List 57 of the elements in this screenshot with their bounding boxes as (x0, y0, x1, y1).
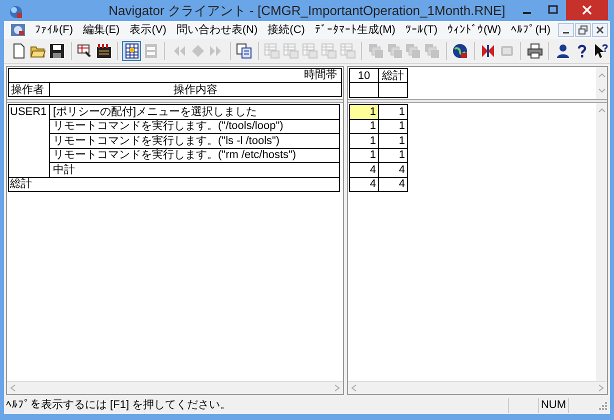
scroll-right-icon[interactable] (598, 384, 604, 392)
document-icon[interactable] (10, 22, 26, 38)
column-header: 操作内容 (172, 83, 218, 96)
table-cell[interactable]: 1 (378, 119, 408, 134)
status-indicator: NUM (538, 398, 568, 413)
table-cell: リモートコマンドを実行します。("ls -l /tools") (50, 134, 340, 148)
table-cell[interactable]: 1 (378, 148, 408, 162)
horizontal-scrollbar[interactable] (348, 381, 607, 394)
scroll-right-icon[interactable] (334, 384, 340, 392)
table-cell[interactable]: 4 (378, 177, 408, 192)
column-header: 10 (350, 68, 378, 82)
table-cell[interactable]: 1 (350, 119, 378, 134)
vertical-scrollbar[interactable] (596, 103, 607, 381)
menu-item[interactable]: ﾌｧｲﾙ(F) (30, 22, 78, 38)
table-cell: [ポリシーの配付]メニューを選択しました (50, 104, 340, 119)
table-cell: USER1 (8, 104, 50, 177)
column-header: 操作者 (9, 83, 50, 96)
menu-item[interactable]: ﾍﾙﾌﾟ(H) (506, 22, 556, 38)
scroll-left-icon[interactable] (351, 384, 357, 392)
menu-item[interactable]: 問い合わせ表(N) (171, 22, 263, 38)
table-cell[interactable]: 1 (378, 134, 408, 148)
header-cell: 時間帯 (8, 68, 342, 82)
table-cell[interactable]: 1 (378, 104, 408, 119)
table-cell: 中計 (50, 162, 340, 177)
menu-item[interactable]: 編集(E) (78, 22, 125, 38)
status-text: ﾍﾙﾌﾟを表示するには [F1] を押してください。 (5, 398, 232, 414)
scroll-down-icon[interactable] (598, 88, 606, 94)
window-title: Navigator クライアント - [CMGR_ImportantOperation_1Month.RNE] (108, 2, 506, 19)
table-cell[interactable]: 1 (350, 148, 378, 162)
table-cell[interactable]: 1 (350, 134, 378, 148)
table-cell[interactable]: 4 (350, 162, 378, 177)
mdi-restore-button[interactable] (575, 23, 591, 37)
column-header: 総計 (378, 68, 408, 82)
menu-item[interactable]: 接続(C) (262, 22, 310, 38)
close-button[interactable] (566, 0, 608, 20)
table-cell[interactable]: 1 (350, 104, 378, 119)
table-cell: リモートコマンドを実行します。("rm /etc/hosts") (50, 148, 340, 162)
mdi-minimize-button[interactable] (558, 23, 574, 37)
table-cell[interactable]: 4 (350, 177, 378, 192)
table-cell[interactable]: 4 (378, 162, 408, 177)
vertical-scrollbar[interactable] (596, 67, 607, 99)
menu-item[interactable]: ﾃﾞｰﾀﾏｰﾄ生成(M) (310, 22, 400, 38)
app-icon (8, 4, 24, 20)
maximize-icon[interactable] (548, 5, 558, 15)
scroll-left-icon[interactable] (10, 384, 16, 392)
resize-grip-icon[interactable] (598, 400, 608, 410)
scroll-up-icon[interactable] (598, 72, 606, 78)
menu-item[interactable]: ｳｨﾝﾄﾞｳ(W) (442, 22, 506, 38)
restore-icon[interactable] (578, 25, 588, 35)
menu-item[interactable]: ﾂｰﾙ(T) (400, 22, 442, 38)
close-icon[interactable] (595, 25, 605, 35)
mdi-close-button[interactable] (592, 23, 608, 37)
horizontal-scrollbar[interactable] (7, 381, 343, 394)
table-cell: リモートコマンドを実行します。("/tools/loop") (50, 119, 340, 134)
table-cell: 総計 (8, 177, 340, 192)
scroll-up-icon[interactable] (598, 107, 606, 113)
menu-item[interactable]: 表示(V) (124, 22, 172, 38)
